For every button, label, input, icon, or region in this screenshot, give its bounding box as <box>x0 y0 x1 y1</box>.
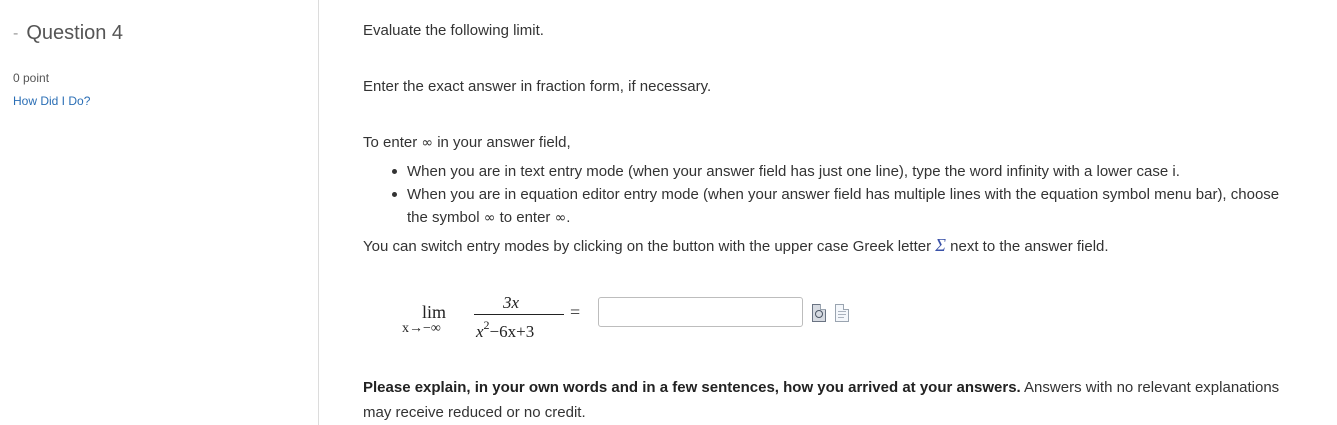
question-title: Question 4 <box>26 22 124 44</box>
switch-text-a: You can switch entry modes by clicking o… <box>363 238 932 255</box>
switch-mode-text: You can switch entry modes by clicking o… <box>363 234 1293 258</box>
limit-expression: lim x→−∞ 3x x2−6x+3 <box>400 290 580 342</box>
text-line <box>838 314 846 315</box>
formula-editor-icon[interactable] <box>812 304 826 322</box>
question-heading: - Question 4 <box>13 22 123 45</box>
fraction-bar <box>474 314 564 315</box>
question-points: 0 point <box>13 71 50 85</box>
infinity-intro-b: in your answer field, <box>437 134 571 151</box>
infinity-symbol: ∞ <box>421 135 434 151</box>
bullet-dot <box>392 192 397 197</box>
instruction-text: Evaluate the following limit. <box>363 22 544 39</box>
fraction-note: Enter the exact answer in fraction form,… <box>363 78 712 95</box>
fraction-numerator: 3x <box>503 293 520 312</box>
list-item: When you are in equation editor entry mo… <box>363 183 1293 230</box>
text-line <box>838 317 844 318</box>
collapse-toggle[interactable]: - <box>13 25 18 43</box>
bullet-text-editor-mode-b: to enter <box>499 209 551 226</box>
bullet-end: . <box>566 209 571 226</box>
formula-glyph <box>815 310 823 318</box>
explanation-prompt: Please explain, in your own words and in… <box>363 375 1293 425</box>
text-line <box>838 311 846 312</box>
answer-input[interactable] <box>598 297 803 327</box>
bullet-dot <box>392 169 397 174</box>
den-variable: x <box>476 322 484 341</box>
den-rest: −6x+3 <box>489 322 535 341</box>
entry-mode-list: When you are in text entry mode (when yo… <box>363 160 1293 258</box>
infinity-intro-a: To enter <box>363 134 418 151</box>
infinity-symbol: ∞ <box>554 210 567 226</box>
infinity-symbol: ∞ <box>483 210 496 226</box>
how-did-i-do-link[interactable]: How Did I Do? <box>13 94 90 108</box>
sigma-symbol: Σ <box>935 235 946 255</box>
lim-word: lim <box>422 302 447 322</box>
text-entry-icon[interactable] <box>835 304 849 322</box>
explanation-bold: Please explain, in your own words and in… <box>363 379 1021 396</box>
infinity-intro: To enter ∞ in your answer field, <box>363 134 571 151</box>
switch-text-b: next to the answer field. <box>950 238 1109 255</box>
equals-sign: = <box>570 302 581 322</box>
list-item: When you are in text entry mode (when yo… <box>363 160 1293 183</box>
lim-subscript: x→−∞ <box>402 321 441 336</box>
fraction-denominator: x2−6x+3 <box>476 318 534 342</box>
bullet-text-text-mode: When you are in text entry mode (when yo… <box>407 163 1180 180</box>
question-sidebar: - Question 4 0 point How Did I Do? <box>0 0 319 425</box>
